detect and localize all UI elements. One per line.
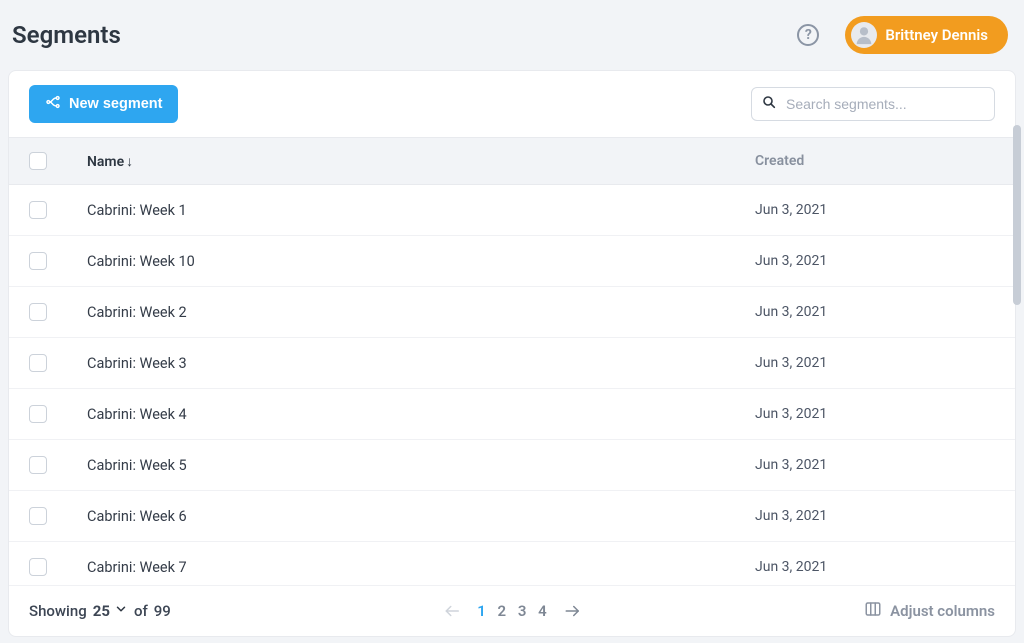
row-created: Jun 3, 2021 <box>755 304 995 320</box>
new-segment-button[interactable]: New segment <box>29 85 178 123</box>
row-name: Cabrini: Week 5 <box>87 457 755 474</box>
row-name: Cabrini: Week 2 <box>87 304 755 321</box>
row-created: Jun 3, 2021 <box>755 457 995 473</box>
page-link-4[interactable]: 4 <box>534 600 551 622</box>
row-created: Jun 3, 2021 <box>755 406 995 422</box>
page-link-3[interactable]: 3 <box>514 600 531 622</box>
user-menu[interactable]: Brittney Dennis <box>845 16 1008 54</box>
row-name: Cabrini: Week 6 <box>87 508 755 525</box>
row-checkbox[interactable] <box>29 507 47 525</box>
row-check-cell <box>29 252 87 270</box>
row-checkbox[interactable] <box>29 201 47 219</box>
row-created: Jun 3, 2021 <box>755 253 995 269</box>
row-check-cell <box>29 456 87 474</box>
table-row[interactable]: Cabrini: Week 10Jun 3, 2021 <box>9 236 1015 287</box>
page-title: Segments <box>12 21 121 49</box>
search-wrap <box>751 87 995 121</box>
table-row[interactable]: Cabrini: Week 1Jun 3, 2021 <box>9 185 1015 236</box>
table-body: Cabrini: Week 1Jun 3, 2021Cabrini: Week … <box>9 185 1015 585</box>
total-count: 99 <box>154 602 171 620</box>
avatar <box>851 22 877 48</box>
row-name: Cabrini: Week 7 <box>87 559 755 576</box>
select-all-checkbox[interactable] <box>29 152 47 170</box>
select-all-cell <box>29 152 87 170</box>
chevron-down-icon <box>114 602 128 620</box>
row-name: Cabrini: Week 1 <box>87 202 755 219</box>
page-link-2[interactable]: 2 <box>494 600 511 622</box>
row-created: Jun 3, 2021 <box>755 202 995 218</box>
row-created: Jun 3, 2021 <box>755 508 995 524</box>
branch-icon <box>45 94 61 114</box>
table-row[interactable]: Cabrini: Week 7Jun 3, 2021 <box>9 542 1015 585</box>
table-row[interactable]: Cabrini: Week 2Jun 3, 2021 <box>9 287 1015 338</box>
adjust-columns-button[interactable]: Adjust columns <box>864 600 995 622</box>
table-header: Name↓ Created <box>9 137 1015 185</box>
row-check-cell <box>29 558 87 576</box>
segments-panel: New segment Name↓ Created Cabrini: Week … <box>8 70 1016 637</box>
adjust-columns-label: Adjust columns <box>890 602 995 620</box>
panel-toolbar: New segment <box>9 71 1015 137</box>
row-created: Jun 3, 2021 <box>755 355 995 371</box>
table-row[interactable]: Cabrini: Week 6Jun 3, 2021 <box>9 491 1015 542</box>
table-row[interactable]: Cabrini: Week 4Jun 3, 2021 <box>9 389 1015 440</box>
new-segment-label: New segment <box>69 96 162 112</box>
row-name: Cabrini: Week 10 <box>87 253 755 270</box>
row-check-cell <box>29 507 87 525</box>
row-created: Jun 3, 2021 <box>755 559 995 575</box>
sort-desc-icon: ↓ <box>126 154 133 170</box>
topbar-right: ? Brittney Dennis <box>797 16 1008 54</box>
prev-page-button[interactable] <box>443 602 461 620</box>
footer-left: Showing 25 of 99 <box>29 602 171 620</box>
column-header-name[interactable]: Name↓ <box>87 153 755 170</box>
page-size-select[interactable]: 25 <box>93 602 128 620</box>
row-check-cell <box>29 354 87 372</box>
of-label: of <box>134 602 148 620</box>
row-checkbox[interactable] <box>29 303 47 321</box>
topbar: Segments ? Brittney Dennis <box>8 14 1016 70</box>
next-page-button[interactable] <box>563 602 581 620</box>
row-checkbox[interactable] <box>29 456 47 474</box>
columns-icon <box>864 600 882 622</box>
user-name: Brittney Dennis <box>885 26 988 44</box>
page-link-1[interactable]: 1 <box>473 600 490 622</box>
showing-label: Showing <box>29 602 87 620</box>
scrollbar[interactable] <box>1013 125 1021 305</box>
row-check-cell <box>29 201 87 219</box>
row-checkbox[interactable] <box>29 252 47 270</box>
search-input[interactable] <box>751 87 995 121</box>
row-checkbox[interactable] <box>29 405 47 423</box>
help-icon[interactable]: ? <box>797 24 819 46</box>
column-header-created[interactable]: Created <box>755 153 995 169</box>
pagination: 1 2 3 4 <box>443 602 581 620</box>
row-checkbox[interactable] <box>29 558 47 576</box>
table-footer: Showing 25 of 99 1 2 3 4 <box>9 585 1015 636</box>
row-name: Cabrini: Week 4 <box>87 406 755 423</box>
row-check-cell <box>29 405 87 423</box>
table-row[interactable]: Cabrini: Week 5Jun 3, 2021 <box>9 440 1015 491</box>
row-name: Cabrini: Week 3 <box>87 355 755 372</box>
row-check-cell <box>29 303 87 321</box>
table-row[interactable]: Cabrini: Week 3Jun 3, 2021 <box>9 338 1015 389</box>
row-checkbox[interactable] <box>29 354 47 372</box>
